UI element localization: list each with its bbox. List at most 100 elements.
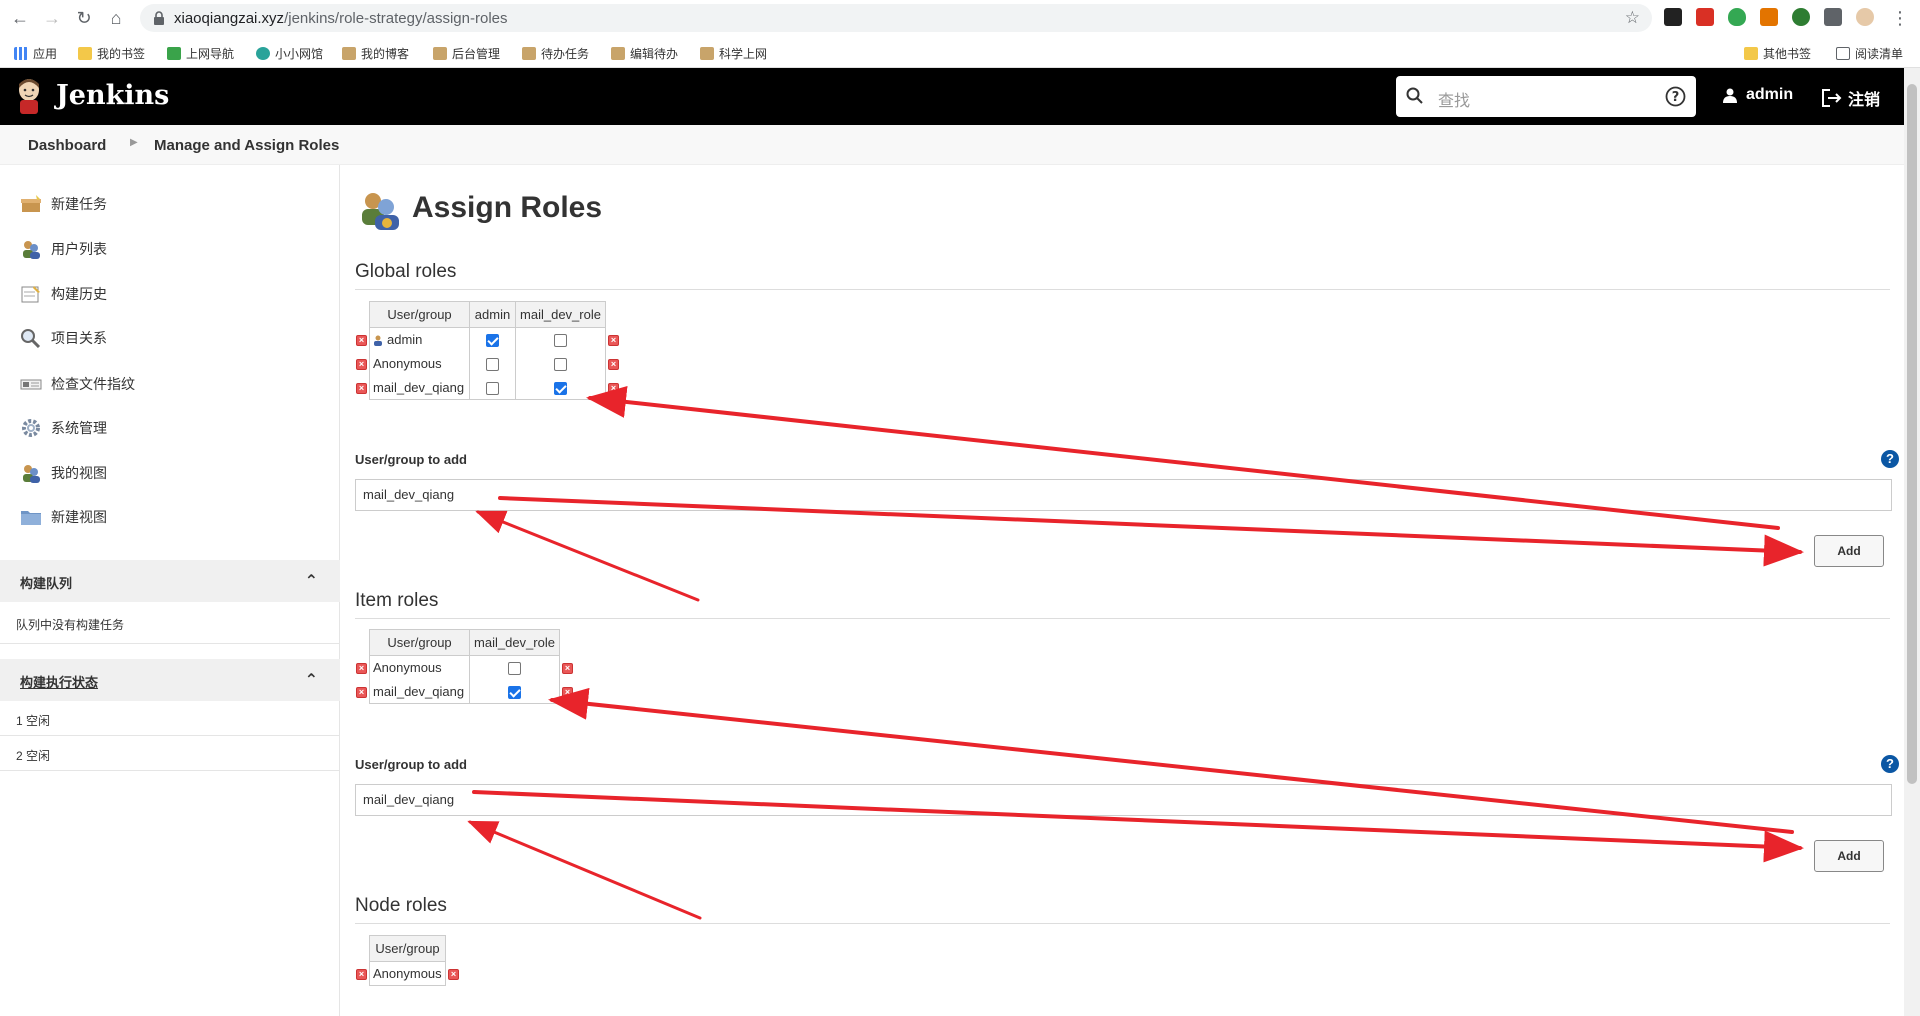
sidebar-item-label: 新建视图: [51, 509, 107, 525]
build-queue-title: 构建队列: [20, 576, 73, 591]
sidebar-item-manage[interactable]: 系统管理: [20, 415, 107, 441]
user-name: Anonymous: [369, 351, 470, 376]
bookmark-item[interactable]: 后台管理: [433, 44, 500, 62]
build-queue-header[interactable]: 构建队列 ⌃: [0, 560, 340, 602]
delete-icon[interactable]: ×: [356, 663, 367, 675]
sidebar-item-build-history[interactable]: 构建历史: [20, 281, 107, 307]
globe-extension-icon[interactable]: [1792, 8, 1810, 26]
logout-link[interactable]: 注销: [1822, 86, 1880, 110]
chevron-up-icon[interactable]: ⌃: [305, 571, 318, 591]
back-icon[interactable]: ←: [8, 6, 32, 30]
page-scrollbar[interactable]: [1904, 68, 1920, 1016]
table-row: × admin ×: [354, 327, 621, 352]
sidebar-item-users[interactable]: 用户列表: [20, 236, 107, 262]
address-bar[interactable]: xiaoqiangzai.xyz/jenkins/role-strategy/a…: [140, 4, 1652, 32]
apps-grid-icon: [14, 46, 28, 60]
executor-row: 2 空闲: [0, 736, 340, 771]
folder-icon: [78, 46, 92, 60]
shield-extension-icon[interactable]: [1728, 8, 1746, 26]
delete-icon[interactable]: ×: [448, 969, 459, 981]
users-icon: [23, 465, 40, 483]
delete-icon[interactable]: ×: [356, 359, 367, 371]
bookmark-label: 上网导航: [186, 46, 235, 61]
breadcrumb-dashboard[interactable]: Dashboard: [28, 137, 106, 154]
user-icon: [374, 335, 382, 347]
add-button[interactable]: Add: [1814, 535, 1884, 567]
sidebar-item-project-relations[interactable]: 项目关系: [20, 325, 107, 351]
bookmark-item[interactable]: 上网导航: [167, 44, 234, 62]
sidebar-item-label: 检查文件指纹: [51, 376, 135, 392]
delete-icon[interactable]: ×: [562, 663, 573, 675]
extension-icon[interactable]: [1760, 8, 1778, 26]
role-checkbox[interactable]: [486, 334, 499, 348]
notepad-icon: [21, 286, 40, 303]
scroll-thumb[interactable]: [1907, 84, 1917, 784]
user-group-input[interactable]: mail_dev_qiang: [355, 784, 1892, 816]
add-button[interactable]: Add: [1814, 840, 1884, 872]
executors-title[interactable]: 构建执行状态: [20, 672, 98, 691]
table-row: × mail_dev_qiang ×: [354, 679, 575, 704]
sidebar-item-my-views[interactable]: 我的视图: [20, 460, 107, 486]
page-title: Assign Roles: [412, 191, 603, 224]
role-checkbox[interactable]: [486, 358, 499, 372]
executor-status: 1 空闲: [16, 714, 51, 728]
delete-icon[interactable]: ×: [608, 359, 619, 371]
user-group-input[interactable]: mail_dev_qiang: [355, 479, 1892, 511]
site-icon: [433, 46, 447, 60]
delete-icon[interactable]: ×: [608, 335, 619, 347]
bookmark-item[interactable]: 我的书签: [78, 44, 145, 62]
role-checkbox[interactable]: [554, 381, 567, 395]
puzzle-icon[interactable]: [1824, 8, 1842, 26]
role-checkbox[interactable]: [508, 662, 521, 676]
gear-icon: [22, 419, 40, 437]
other-bookmarks[interactable]: 其他书签: [1744, 44, 1811, 62]
breadcrumb-current[interactable]: Manage and Assign Roles: [154, 137, 339, 154]
sidebar-item-label: 新建任务: [51, 196, 107, 212]
bookmark-label: 后台管理: [452, 46, 501, 61]
extension-icon[interactable]: [1664, 8, 1682, 26]
bookmark-item[interactable]: 科学上网: [700, 44, 767, 62]
chevron-up-icon[interactable]: ⌃: [305, 670, 318, 690]
extension-icon[interactable]: [1696, 8, 1714, 26]
help-icon[interactable]: ?: [1881, 450, 1899, 468]
bookmark-star-icon[interactable]: ☆: [1625, 8, 1640, 28]
forward-icon[interactable]: →: [40, 6, 64, 30]
menu-icon[interactable]: ⋮: [1888, 6, 1912, 30]
reading-list[interactable]: 阅读清单: [1836, 44, 1903, 62]
role-checkbox[interactable]: [486, 381, 499, 395]
home-icon[interactable]: ⌂: [104, 6, 128, 30]
jenkins-brand[interactable]: Jenkins: [56, 80, 169, 111]
logout-icon: [1822, 89, 1842, 107]
help-circle-icon[interactable]: ?: [1665, 86, 1686, 107]
delete-icon[interactable]: ×: [562, 687, 573, 699]
help-icon[interactable]: ?: [1881, 755, 1899, 773]
delete-icon[interactable]: ×: [356, 383, 367, 395]
user-link[interactable]: admin: [1722, 86, 1793, 104]
role-checkbox[interactable]: [554, 334, 567, 348]
fingerprint-icon: [20, 379, 42, 390]
role-checkbox[interactable]: [554, 358, 567, 372]
bookmark-item[interactable]: 编辑待办: [611, 44, 678, 62]
executors-header[interactable]: 构建执行状态 ⌃: [0, 659, 340, 701]
sidebar-item-new-view[interactable]: 新建视图: [20, 504, 107, 530]
sidebar-item-new-job[interactable]: 新建任务: [20, 191, 107, 217]
search-input[interactable]: 查找 ?: [1396, 76, 1696, 117]
bookmark-apps[interactable]: 应用: [14, 44, 57, 62]
breadcrumb-separator-icon: ▶: [130, 137, 138, 148]
delete-icon[interactable]: ×: [608, 383, 619, 395]
role-checkbox[interactable]: [508, 685, 521, 699]
jenkins-logo-icon[interactable]: [14, 76, 44, 116]
profile-avatar[interactable]: [1856, 8, 1874, 26]
bookmark-item[interactable]: 我的博客: [342, 44, 409, 62]
delete-icon[interactable]: ×: [356, 969, 367, 981]
reload-icon[interactable]: ↻: [72, 6, 96, 30]
delete-icon[interactable]: ×: [356, 335, 367, 347]
bookmark-item[interactable]: 小小网馆: [256, 44, 323, 62]
sidebar-item-label: 系统管理: [51, 420, 107, 436]
new-job-icon: [21, 195, 41, 212]
bookmark-label: 我的博客: [361, 46, 410, 61]
delete-icon[interactable]: ×: [356, 687, 367, 699]
sidebar-item-fingerprint[interactable]: 检查文件指纹: [20, 371, 135, 397]
bookmark-item[interactable]: 待办任务: [522, 44, 589, 62]
sidebar-item-label: 项目关系: [51, 330, 107, 346]
